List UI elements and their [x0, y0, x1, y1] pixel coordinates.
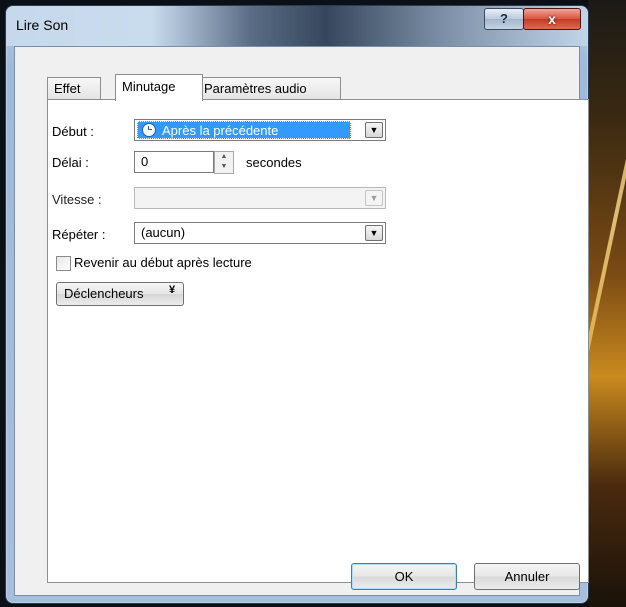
double-chevron-down-icon: ¥: [169, 284, 176, 296]
debut-label: Début :: [52, 124, 94, 139]
chevron-down-icon[interactable]: ▼: [365, 190, 383, 206]
help-button[interactable]: ?: [484, 8, 524, 30]
debut-dropdown[interactable]: Après la précédente ▼: [134, 119, 386, 141]
repeter-dropdown[interactable]: (aucun) ▼: [134, 222, 386, 244]
vitesse-label: Vitesse :: [52, 192, 102, 207]
tab-parametres-audio[interactable]: Paramètres audio: [197, 77, 341, 100]
triggers-label: Déclencheurs: [64, 286, 144, 301]
close-button[interactable]: x: [523, 8, 581, 30]
delai-label: Délai :: [52, 155, 89, 170]
repeter-value: (aucun): [141, 225, 186, 240]
repeter-label: Répéter :: [52, 227, 106, 242]
clock-icon: [142, 123, 156, 137]
vitesse-dropdown[interactable]: ▼: [134, 187, 386, 209]
tab-effet[interactable]: Effet: [47, 77, 101, 100]
spinner-down-icon[interactable]: ▼: [215, 162, 233, 172]
ok-button[interactable]: OK: [351, 563, 457, 590]
rewind-checkbox[interactable]: [56, 256, 71, 271]
dialog-window: Lire Son ? x Effet Minutage Paramètres a…: [5, 5, 589, 604]
delai-input[interactable]: 0: [134, 151, 214, 173]
delai-value: 0: [141, 154, 149, 169]
debut-value: Après la précédente: [162, 123, 279, 138]
spinner-up-icon[interactable]: ▲: [215, 152, 233, 162]
tab-minutage[interactable]: Minutage: [115, 74, 203, 101]
desktop-background: [588, 0, 626, 607]
rewind-label: Revenir au début après lecture: [74, 255, 252, 270]
debut-selection: Après la précédente: [137, 121, 351, 139]
cancel-button[interactable]: Annuler: [474, 563, 580, 590]
title-bar[interactable]: Lire Son ? x: [6, 6, 588, 46]
chevron-down-icon[interactable]: ▼: [365, 122, 383, 138]
tab-panel-minutage: [47, 99, 589, 583]
triggers-button[interactable]: Déclencheurs ¥: [56, 282, 184, 306]
chevron-down-icon[interactable]: ▼: [365, 225, 383, 241]
delai-spinner[interactable]: ▲ ▼: [214, 151, 234, 174]
delai-unit: secondes: [246, 155, 302, 170]
window-title: Lire Son: [16, 17, 69, 33]
